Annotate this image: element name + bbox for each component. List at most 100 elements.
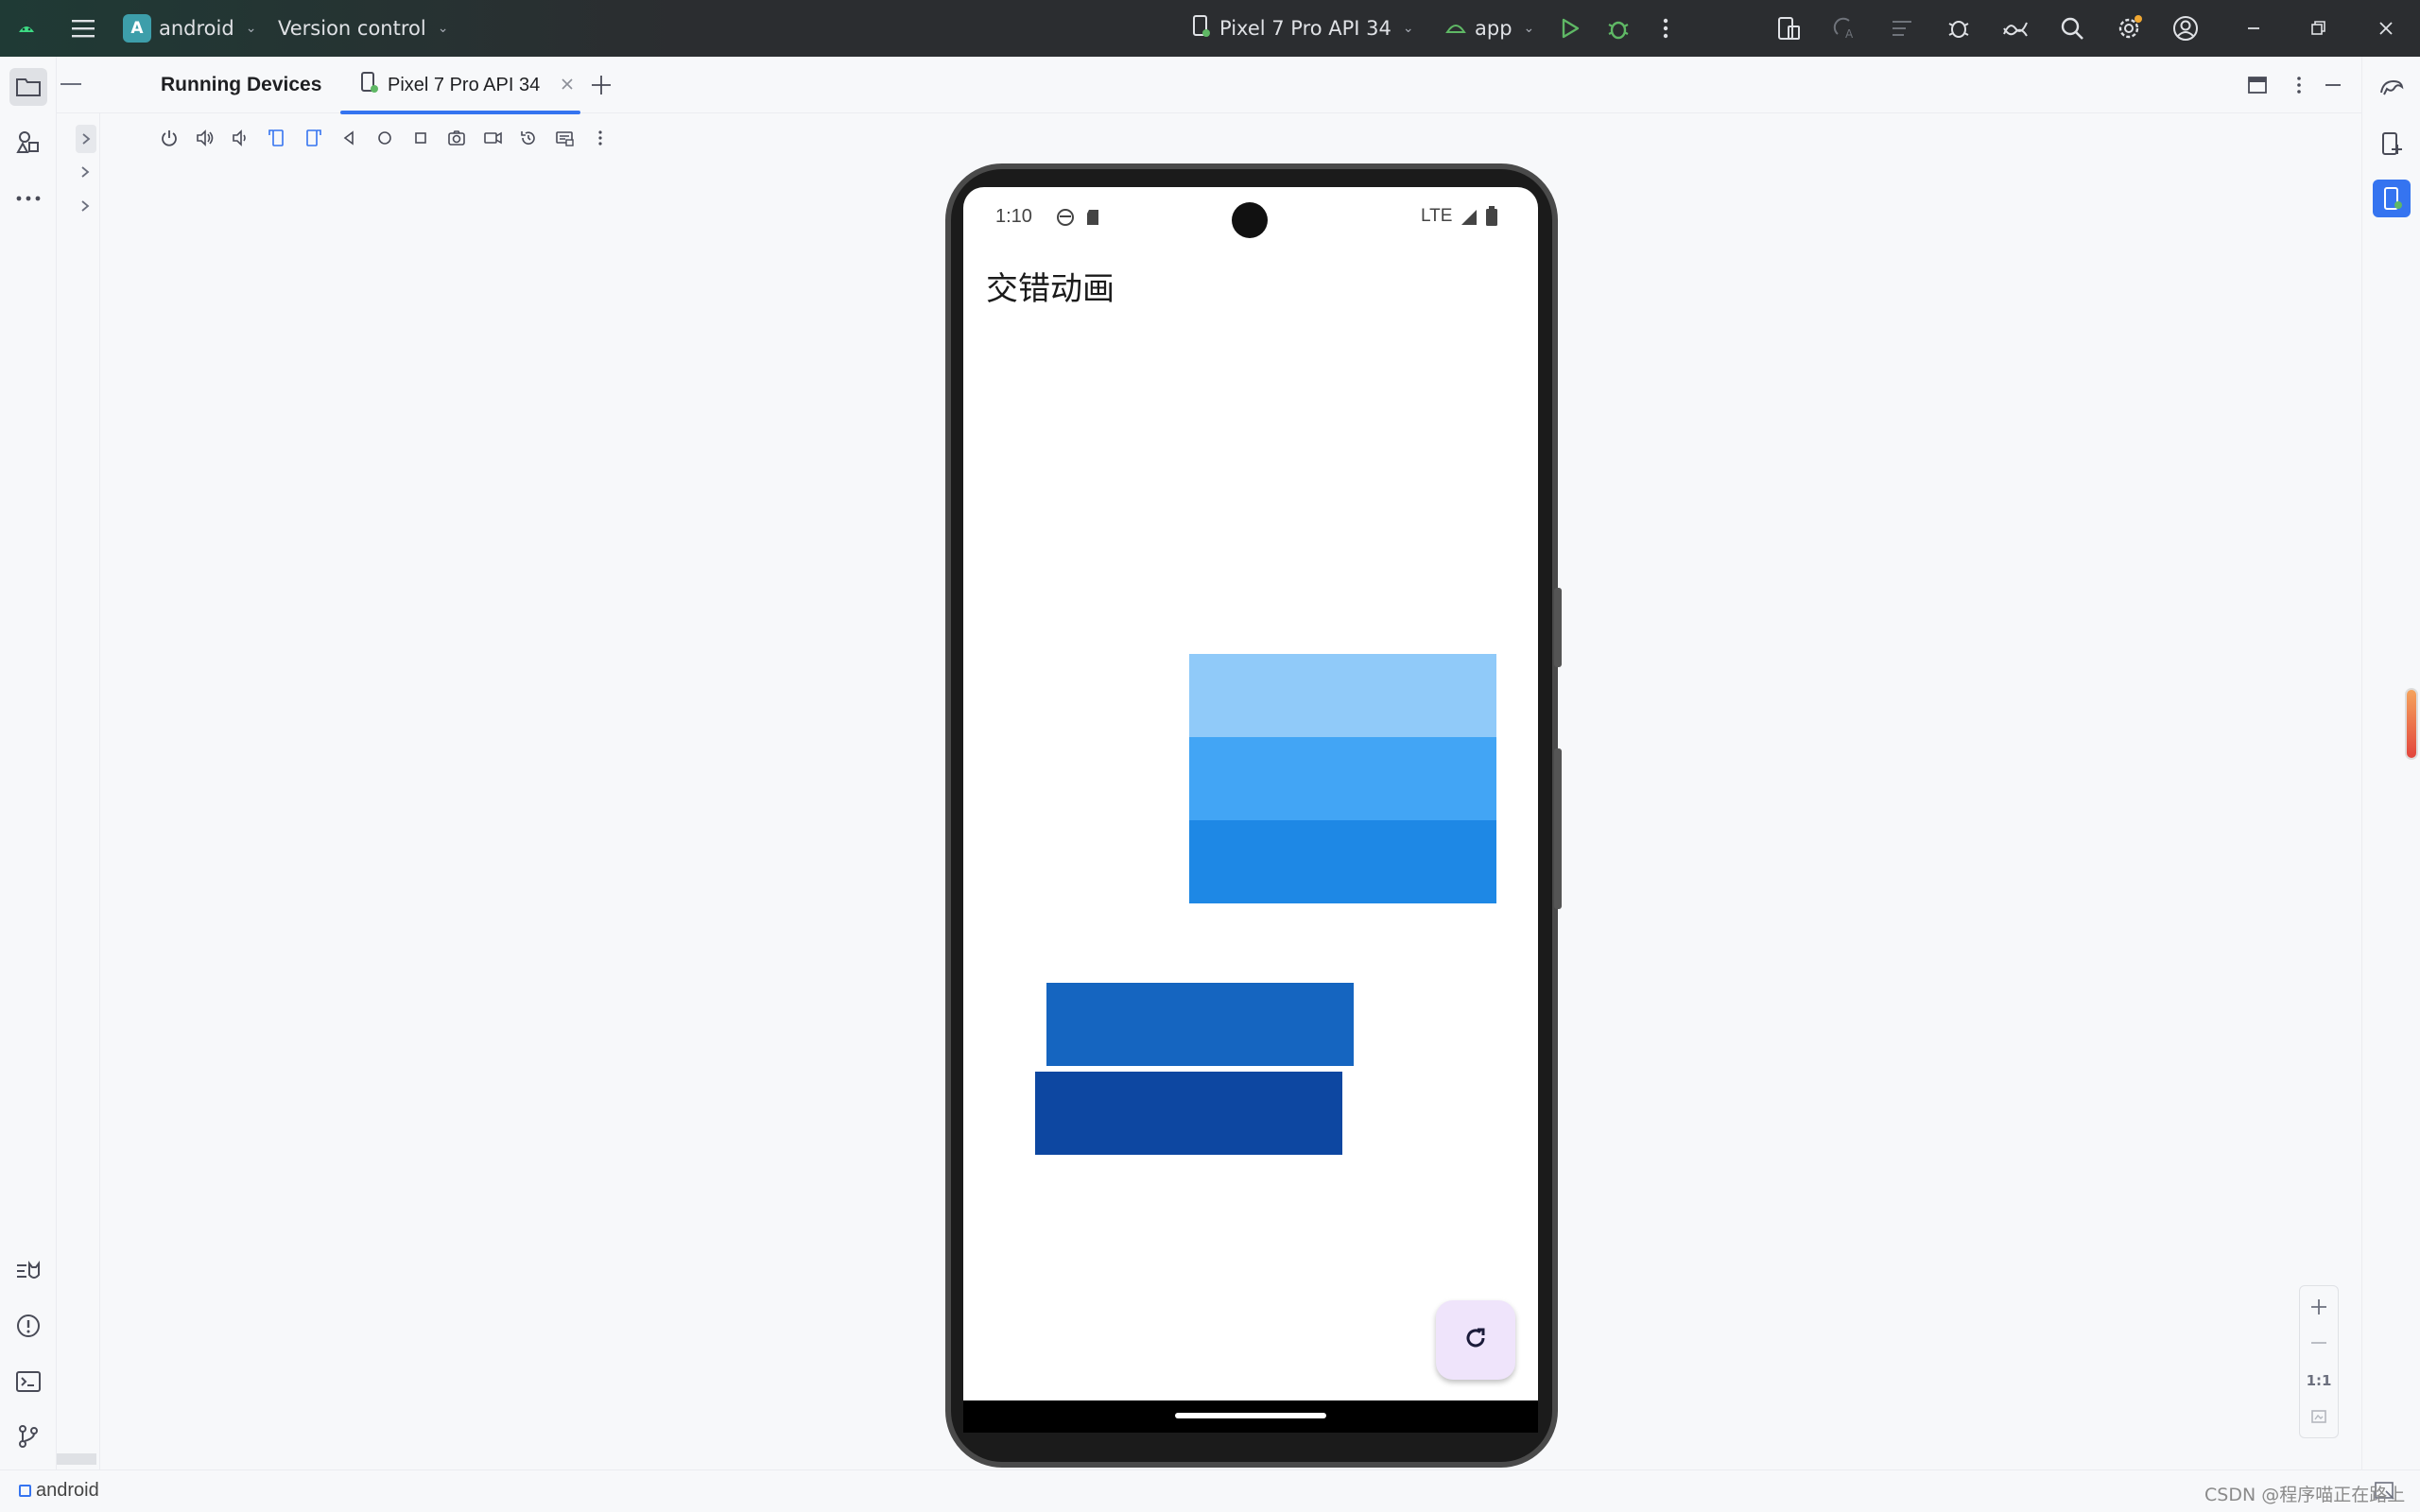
sd-card-icon <box>1086 208 1101 231</box>
project-folder-icon[interactable] <box>9 68 47 106</box>
android-module-icon <box>1444 17 1467 41</box>
overview-icon[interactable] <box>403 121 439 155</box>
minimize-window-icon[interactable] <box>2238 13 2269 43</box>
chevron-down-icon: ⌄ <box>1402 21 1414 36</box>
animated-box <box>1189 820 1496 903</box>
status-bar: android <box>0 1469 2420 1512</box>
scrollbar-thumb[interactable] <box>2405 688 2418 760</box>
right-tool-strip <box>2361 57 2420 1469</box>
debug-icon[interactable] <box>1603 13 1634 43</box>
title-bar: A android ⌄ Version control ⌄ Pixel 7 Pr… <box>0 0 2420 57</box>
fit-screen-icon[interactable] <box>2300 1398 2338 1435</box>
actual-size-button[interactable]: 1:1 <box>2300 1362 2338 1400</box>
run-config-name: app <box>1475 17 1512 40</box>
sync-list-icon[interactable] <box>1887 13 1917 43</box>
device-selector[interactable]: Pixel 7 Pro API 34 ⌄ <box>1191 0 1414 57</box>
tab-label: Pixel 7 Pro API 34 <box>388 74 541 95</box>
data-saver-icon <box>1056 208 1075 231</box>
add-device-icon[interactable] <box>588 72 614 102</box>
horizontal-scrollbar[interactable] <box>57 1453 96 1465</box>
tab-pixel-7-pro[interactable]: Pixel 7 Pro API 34 <box>340 57 593 113</box>
phone-side-button[interactable] <box>1554 588 1562 667</box>
volume-up-icon[interactable] <box>187 121 223 155</box>
battery-icon <box>1485 206 1498 231</box>
signal-icon <box>1460 208 1478 231</box>
breadcrumb-project[interactable]: android <box>36 1480 99 1502</box>
vcs-label: Version control <box>278 17 426 40</box>
module-icon <box>19 1485 31 1497</box>
rotate-left-icon[interactable] <box>259 121 295 155</box>
close-tab-icon[interactable] <box>561 75 574 96</box>
project-badge: A <box>123 14 151 43</box>
hide-panel-icon[interactable] <box>60 83 81 85</box>
logcat-icon[interactable] <box>9 1252 47 1290</box>
screenshot-icon[interactable] <box>439 121 475 155</box>
layout-icon[interactable] <box>2246 74 2269 100</box>
apply-changes-icon[interactable]: A <box>1830 13 1860 43</box>
running-devices-icon[interactable] <box>2373 180 2411 217</box>
device-toolbar <box>151 121 618 155</box>
back-icon[interactable] <box>331 121 367 155</box>
terminal-icon[interactable] <box>9 1363 47 1400</box>
resource-manager-icon[interactable] <box>9 123 47 161</box>
sdk-manager-icon[interactable] <box>2000 13 2031 43</box>
status-time: 1:10 <box>995 206 1032 227</box>
animated-box <box>1189 737 1496 820</box>
more-device-actions-icon[interactable] <box>582 121 618 155</box>
main-menu-icon[interactable] <box>68 13 98 43</box>
zoom-out-icon[interactable] <box>2300 1324 2338 1362</box>
project-selector[interactable]: A android ⌄ <box>123 0 256 57</box>
snapshot-icon[interactable] <box>510 121 546 155</box>
run-icon[interactable] <box>1554 13 1584 43</box>
search-icon[interactable] <box>2057 13 2087 43</box>
device-file-explorer-icon[interactable] <box>2373 125 2411 163</box>
options-icon[interactable] <box>2288 74 2310 100</box>
tool-window-title: Running Devices <box>161 74 322 95</box>
screen-record-icon[interactable] <box>475 121 510 155</box>
rotate-right-icon[interactable] <box>295 121 331 155</box>
phone-side-button[interactable] <box>1554 748 1562 909</box>
phone-device-icon <box>359 71 380 99</box>
android-studio-logo-icon <box>13 15 40 42</box>
animated-box <box>1046 983 1354 1066</box>
phone-device-icon <box>1191 14 1212 43</box>
app-title: 交错动画 <box>986 270 1115 308</box>
restore-window-icon[interactable] <box>2303 13 2333 43</box>
version-control-icon[interactable] <box>9 1418 47 1455</box>
svg-text:A: A <box>1845 27 1854 41</box>
keyboard-input-icon[interactable] <box>546 121 582 155</box>
watermark: CSDN @程序喵正在路上 <box>2204 1485 2406 1505</box>
refresh-icon <box>1461 1323 1491 1357</box>
chevron-right-icon[interactable] <box>79 198 91 216</box>
device-screen[interactable]: 1:10 LTE 交错动画 <box>963 187 1538 1400</box>
more-tool-windows-icon[interactable] <box>9 180 47 217</box>
chevron-right-icon[interactable] <box>76 125 96 153</box>
power-icon[interactable] <box>151 121 187 155</box>
status-network: LTE <box>1421 206 1453 226</box>
attach-debugger-icon[interactable] <box>1944 13 1974 43</box>
more-actions-icon[interactable] <box>1651 13 1681 43</box>
close-window-icon[interactable] <box>2371 13 2401 43</box>
problems-icon[interactable] <box>9 1307 47 1345</box>
home-icon[interactable] <box>367 121 403 155</box>
chevron-down-icon: ⌄ <box>437 21 449 36</box>
gradle-icon[interactable] <box>2373 68 2411 106</box>
settings-gear-icon[interactable] <box>2114 13 2144 43</box>
active-tab-indicator <box>340 111 580 114</box>
device-manager-icon[interactable] <box>1773 13 1804 43</box>
hide-tool-window-icon[interactable] <box>2322 74 2344 100</box>
home-gesture-handle[interactable] <box>1175 1413 1326 1418</box>
chevron-down-icon: ⌄ <box>1523 21 1535 36</box>
zoom-controls: 1:1 <box>2299 1285 2339 1438</box>
account-icon[interactable] <box>2170 13 2201 43</box>
tool-window-header: Running Devices Pixel 7 Pro API 34 <box>57 57 2361 114</box>
zoom-in-icon[interactable] <box>2300 1288 2338 1326</box>
vcs-selector[interactable]: Version control ⌄ <box>278 0 448 57</box>
chevron-right-icon[interactable] <box>79 164 91 182</box>
run-config-selector[interactable]: app ⌄ <box>1444 0 1534 57</box>
project-name: android <box>159 17 234 40</box>
left-tool-strip <box>0 57 57 1469</box>
volume-down-icon[interactable] <box>223 121 259 155</box>
refresh-fab-button[interactable] <box>1436 1300 1515 1380</box>
device-list-collapsed-panel <box>57 113 100 1469</box>
